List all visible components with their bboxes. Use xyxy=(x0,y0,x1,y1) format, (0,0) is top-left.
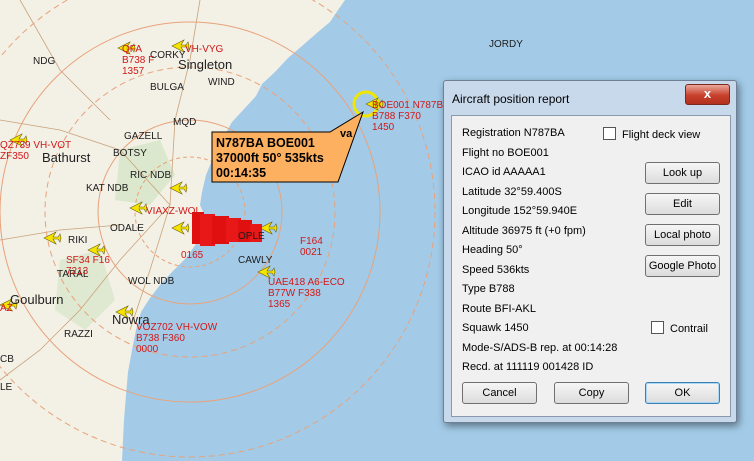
icao-id-text: ICAO id AAAAA1 xyxy=(462,166,546,178)
track-label-line: AZ xyxy=(0,303,13,314)
track-label-line: B77W F338 xyxy=(268,288,321,299)
cancel-button[interactable]: Cancel xyxy=(462,382,537,404)
town-label: CAWLY xyxy=(238,255,273,266)
track-label-line: QFA xyxy=(122,44,142,55)
town-label: BULGA xyxy=(150,82,184,93)
town-label: Bathurst xyxy=(42,150,91,165)
dialog-titlebar[interactable]: Aircraft position report x xyxy=(444,81,736,115)
track-label-line: 1365 xyxy=(268,299,291,310)
callout-line3: 00:14:35 xyxy=(216,166,266,180)
close-button[interactable]: x xyxy=(685,84,730,105)
town-label: CB xyxy=(0,354,14,365)
track-label-line: F164 xyxy=(300,236,323,247)
dialog-title: Aircraft position report xyxy=(452,92,570,106)
town-label: Singleton xyxy=(178,57,232,72)
town-label: KAT NDB xyxy=(86,183,129,194)
town-label: MQD xyxy=(173,117,196,128)
copy-button[interactable]: Copy xyxy=(554,382,629,404)
google-photo-button[interactable]: Google Photo xyxy=(645,255,720,277)
checkbox-box[interactable] xyxy=(651,321,664,334)
town-label: JORDY xyxy=(489,39,523,50)
track-label-line: QZ739 VH-VOT xyxy=(0,140,71,151)
track-label-line: B738 F360 xyxy=(136,333,185,344)
local-photo-button[interactable]: Local photo xyxy=(645,224,720,246)
town-label: RIKI xyxy=(68,235,87,246)
callout-line1: N787BA BOE001 xyxy=(216,136,315,150)
track-label-line: B788 F370 xyxy=(372,111,421,122)
track-label-line: 7213 xyxy=(66,266,89,277)
town-label: RAZZI xyxy=(64,329,93,340)
altitude-text: Altitude 36975 ft (+0 fpm) xyxy=(462,225,586,237)
ok-button[interactable]: OK xyxy=(645,382,720,404)
aircraft-position-dialog: Aircraft position report x Registration … xyxy=(443,80,737,423)
flight-deck-view-checkbox[interactable]: Flight deck view xyxy=(603,127,700,141)
track-label-line: VIAXZ-WOL xyxy=(146,206,201,217)
town-label: ODALE xyxy=(110,223,144,234)
route-text: Route BFI-AKL xyxy=(462,303,536,315)
dialog-body: Registration N787BA Flight no BOE001 ICA… xyxy=(451,115,731,417)
track-label-line: 0165 xyxy=(181,250,204,261)
town-label: WIND xyxy=(208,77,235,88)
track-label-line: 0000 xyxy=(136,344,159,355)
modes-report-text: Mode-S/ADS-B rep. at 00:14:28 xyxy=(462,342,618,354)
track-label-line: 1450 xyxy=(372,122,395,133)
speed-text: Speed 536kts xyxy=(462,264,530,276)
squawk-text: Squawk 1450 xyxy=(462,322,529,334)
contrail-checkbox[interactable]: Contrail xyxy=(651,321,708,335)
town-label: LE xyxy=(0,382,13,393)
track-label-line: UAE418 A6-ECO xyxy=(268,277,345,288)
town-label: BOTSY xyxy=(113,148,147,159)
edit-button[interactable]: Edit xyxy=(645,193,720,215)
look-up-button[interactable]: Look up xyxy=(645,162,720,184)
track-label-line: 1357 xyxy=(122,66,145,77)
heading-text: Heading 50° xyxy=(462,244,523,256)
track-label-line: VH-VYG xyxy=(185,44,224,55)
track-label-line: VOZ702 VH-VOW xyxy=(136,322,218,333)
longitude-text: Longitude 152°59.940E xyxy=(462,205,578,217)
callout-tag: va xyxy=(340,128,353,140)
track-label-line: 0021 xyxy=(300,247,323,258)
town-label: WOL NDB xyxy=(128,276,175,287)
checkbox-box[interactable] xyxy=(603,127,616,140)
registration-text: Registration N787BA xyxy=(462,127,565,139)
type-text: Type B788 xyxy=(462,283,515,295)
track-label-line: ZF350 xyxy=(0,151,29,162)
callout-line2: 37000ft 50° 535kts xyxy=(216,151,324,165)
received-text: Recd. at 111119 001428 ID xyxy=(462,361,594,373)
latitude-text: Latitude 32°59.400S xyxy=(462,186,562,198)
contrail-label: Contrail xyxy=(670,323,708,335)
town-label: NDG xyxy=(33,56,55,67)
track-label-line: B738 F xyxy=(122,55,154,66)
town-label: OPLE xyxy=(238,231,265,242)
town-label: GAZELL xyxy=(124,131,163,142)
town-label: Goulburn xyxy=(10,292,63,307)
town-label: RIC NDB xyxy=(130,170,171,181)
flight-number-text: Flight no BOE001 xyxy=(462,147,549,159)
track-label-line: SF34 F16 xyxy=(66,255,110,266)
flight-deck-view-label: Flight deck view xyxy=(622,129,701,141)
track-label-line: BOE001 N787B xyxy=(372,100,443,111)
